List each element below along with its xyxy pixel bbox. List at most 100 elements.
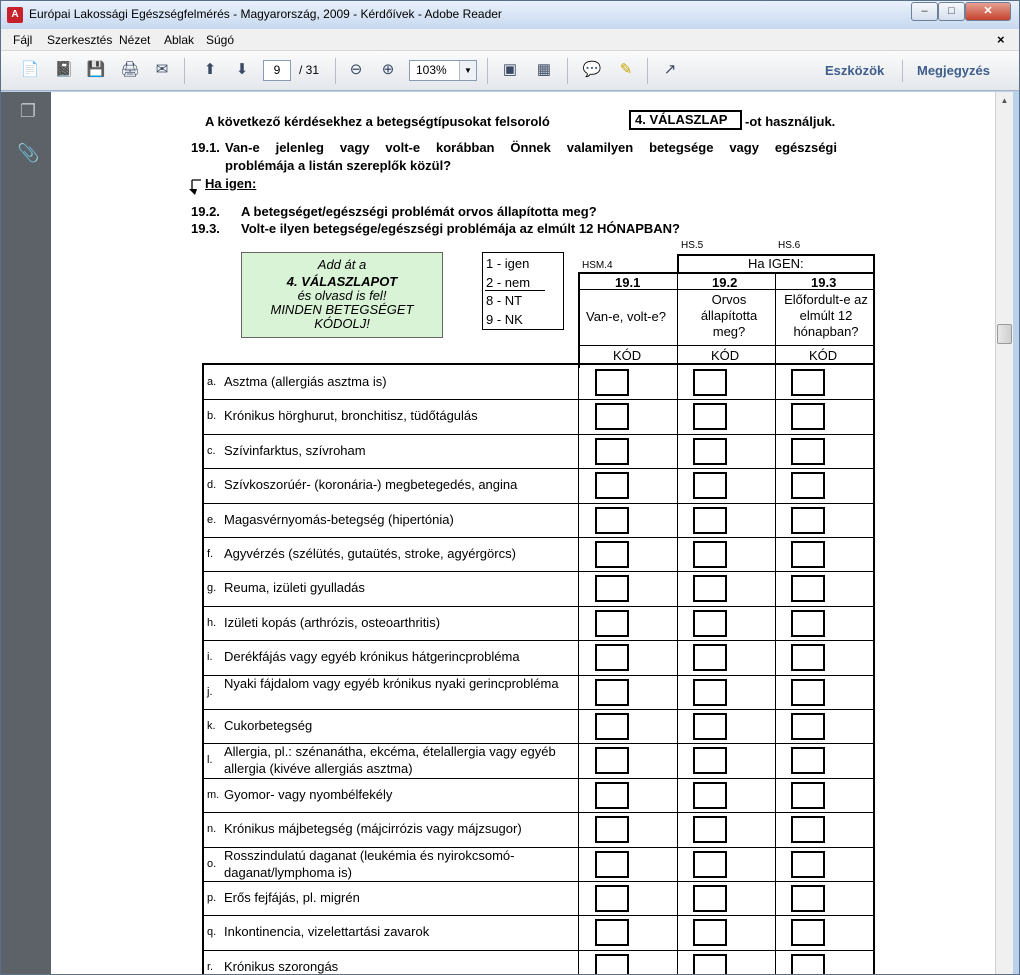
code-entry-box-3[interactable] [791,369,825,396]
code-entry-box-2[interactable] [693,850,727,878]
ha-igen-label: Ha igen: [205,176,257,191]
fit-page-icon[interactable]: ▣ [497,58,523,82]
row-disease-label: Nyaki fájdalom vagy egyéb krónikus nyaki… [224,675,559,691]
code-entry-box-3[interactable] [791,609,825,637]
code-entry-box-3[interactable] [791,437,825,465]
menu-view[interactable]: Nézet [119,33,150,47]
code-entry-box-1[interactable] [595,919,629,947]
code-entry-box-1[interactable] [595,541,629,568]
code-entry-box-2[interactable] [693,885,727,912]
menu-edit[interactable]: Szerkesztés [47,33,112,47]
col-192-kod: KÓD [711,348,740,363]
code-entry-box-3[interactable] [791,953,825,974]
code-entry-box-3[interactable] [791,678,825,706]
open-icon[interactable]: 📄 [17,58,43,82]
create-pdf-icon[interactable]: 📓 [51,58,77,82]
zoom-out-icon[interactable]: ⊖ [343,58,369,82]
page-thumbnails-icon[interactable]: ❐ [17,100,39,122]
code-entry-box-3[interactable] [791,506,825,534]
previous-page-icon[interactable]: ⬆ [197,58,223,82]
code-entry-box-1[interactable] [595,437,629,465]
code-entry-box-1[interactable] [595,678,629,706]
highlight-text-icon[interactable]: ✎ [613,58,639,82]
comments-pane-button[interactable]: Megjegyzés [917,63,990,78]
code-entry-box-1[interactable] [595,403,629,431]
code-entry-box-2[interactable] [693,816,727,844]
code-entry-box-1[interactable] [595,609,629,637]
close-document-icon[interactable]: × [997,32,1005,47]
code-entry-box-2[interactable] [693,747,727,775]
code-entry-box-1[interactable] [595,472,629,500]
code-entry-box-2[interactable] [693,644,727,672]
save-icon[interactable]: 💾 [83,58,109,82]
code-entry-box-1[interactable] [595,644,629,672]
tools-pane-button[interactable]: Eszközök [825,63,884,78]
ha-igen-border [677,254,679,273]
vertical-scrollbar[interactable]: ▲ [995,92,1013,974]
row-letter: i. [207,651,213,664]
menu-window[interactable]: Ablak [164,33,194,47]
minimize-button[interactable]: – [911,2,938,21]
code-entry-box-2[interactable] [693,575,727,603]
code-entry-box-2[interactable] [693,919,727,947]
code-entry-box-2[interactable] [693,678,727,706]
next-page-icon[interactable]: ⬇ [229,58,255,82]
code-entry-box-2[interactable] [693,369,727,396]
close-button[interactable]: ✕ [965,2,1011,21]
code-entry-box-3[interactable] [791,747,825,775]
code-entry-box-1[interactable] [595,506,629,534]
code-entry-box-3[interactable] [791,541,825,568]
print-icon[interactable]: 🖨 [117,58,143,82]
code-entry-box-2[interactable] [693,437,727,465]
disease-table: Ha IGEN: 19.1 19.2 19.3 Van-e, volt-e? O… [202,252,875,974]
code-entry-box-2[interactable] [693,713,727,740]
ha-igen-border [873,254,875,273]
page-number-input[interactable]: 9 [263,60,291,81]
scrollbar-thumb[interactable] [997,324,1012,344]
menu-file[interactable]: Fájl [13,33,32,47]
code-entry-box-1[interactable] [595,747,629,775]
code-entry-box-1[interactable] [595,781,629,809]
code-entry-box-2[interactable] [693,781,727,809]
code-entry-box-1[interactable] [595,575,629,603]
code-entry-box-2[interactable] [693,609,727,637]
code-entry-box-3[interactable] [791,850,825,878]
fit-width-icon[interactable]: ▦ [531,58,557,82]
row-letter: p. [207,892,217,904]
code-entry-box-3[interactable] [791,713,825,740]
code-entry-box-2[interactable] [693,506,727,534]
attachments-icon[interactable]: 📎 [17,142,39,164]
code-entry-box-1[interactable] [595,369,629,396]
code-entry-box-3[interactable] [791,472,825,500]
col-193-number: 19.3 [811,275,837,290]
code-entry-box-3[interactable] [791,919,825,947]
chevron-down-icon[interactable]: ▼ [459,61,476,80]
q192-number: 19.2. [191,204,220,219]
code-entry-box-1[interactable] [595,850,629,878]
code-entry-box-2[interactable] [693,541,727,568]
code-entry-box-1[interactable] [595,713,629,740]
row-disease-label: Agyvérzés (szélütés, gutaütés, stroke, a… [224,546,516,561]
code-entry-box-3[interactable] [791,575,825,603]
code-entry-box-1[interactable] [595,816,629,844]
code-entry-box-3[interactable] [791,885,825,912]
code-entry-box-1[interactable] [595,953,629,974]
code-entry-box-2[interactable] [693,472,727,500]
code-entry-box-2[interactable] [693,403,727,431]
row-disease-label: Krónikus hörghurut, bronchitisz, tüdőtág… [224,408,478,424]
scroll-up-icon[interactable]: ▲ [996,92,1013,109]
code-entry-box-3[interactable] [791,816,825,844]
code-entry-box-3[interactable] [791,644,825,672]
zoom-select[interactable]: 103% ▼ [409,60,477,81]
code-entry-box-1[interactable] [595,885,629,912]
code-entry-box-3[interactable] [791,781,825,809]
email-icon[interactable]: ✉ [149,58,175,82]
code-entry-box-2[interactable] [693,953,727,974]
zoom-in-icon[interactable]: ⊕ [375,58,401,82]
sticky-note-icon[interactable]: 💬 [579,58,605,82]
row-divider [202,399,875,401]
maximize-button[interactable]: □ [938,2,965,21]
code-entry-box-3[interactable] [791,403,825,431]
menu-help[interactable]: Súgó [206,33,234,47]
expand-icon[interactable]: ↗ [657,58,683,82]
